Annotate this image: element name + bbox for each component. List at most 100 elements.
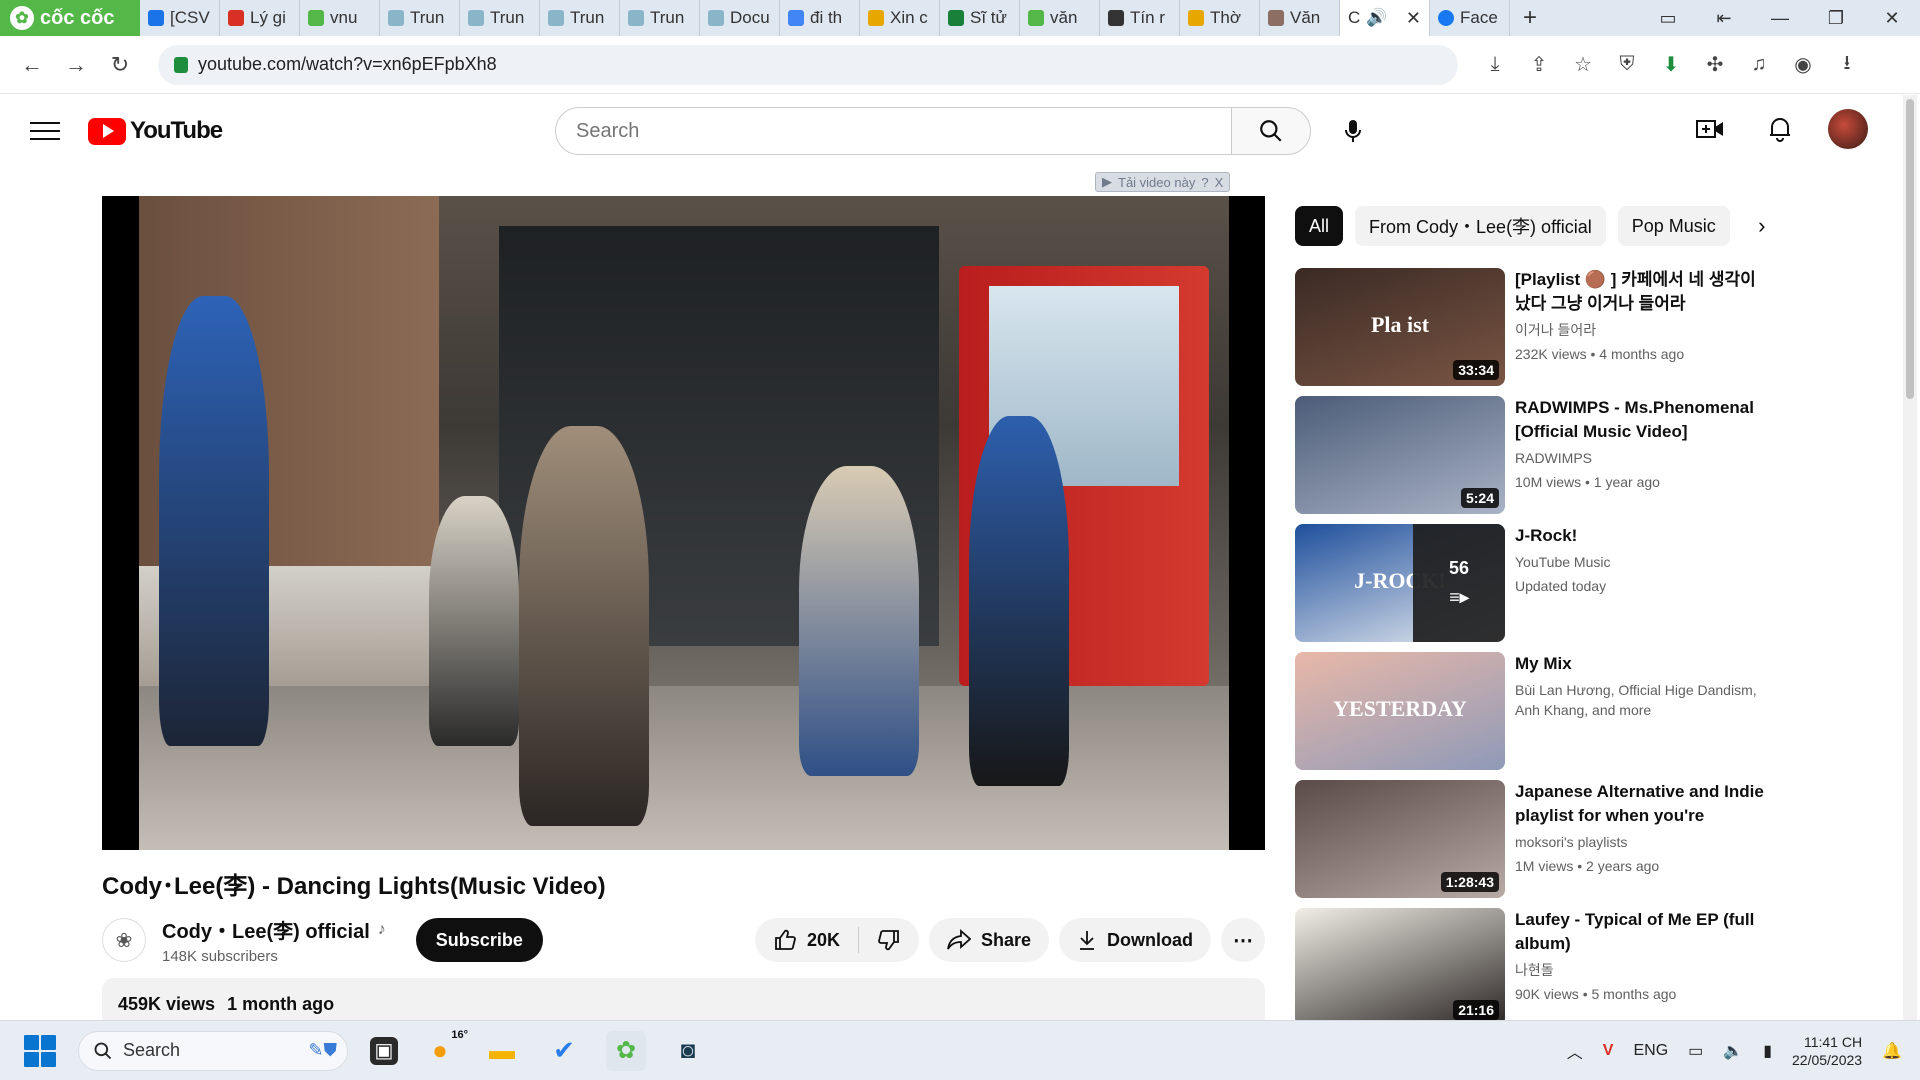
file-explorer-icon[interactable]: ▬	[482, 1031, 522, 1071]
language-indicator[interactable]: ENG	[1633, 1042, 1668, 1060]
url-field[interactable]: youtube.com/watch?v=xn6pEFpbXh8	[158, 44, 1458, 85]
task-view-icon[interactable]: ▣	[370, 1036, 398, 1065]
subscribe-button[interactable]: Subscribe	[415, 918, 543, 962]
tab-item[interactable]: văn	[1020, 0, 1100, 36]
recommendation-item[interactable]: J-ROCK! 56 ≡▸ J-Rock! YouTube Music Updated t…	[1295, 524, 1775, 642]
recommendation-item[interactable]: 5:24 RADWIMPS - Ms.Phenomenal [Official M…	[1295, 396, 1775, 514]
recommendation-thumbnail[interactable]: Pla ist 33:34	[1295, 268, 1505, 386]
download-button[interactable]: Download	[1059, 918, 1211, 962]
todo-icon[interactable]: ✔	[544, 1031, 584, 1071]
taskbar-search[interactable]: Search ✎⛊	[78, 1030, 348, 1071]
bookmark-star-icon[interactable]: ☆	[1566, 48, 1600, 82]
extensions-icon[interactable]: ✣	[1698, 48, 1732, 82]
weather-widget[interactable]: ● 16°	[420, 1029, 468, 1071]
filter-chip[interactable]: All	[1295, 206, 1344, 246]
download-video-badge[interactable]: ▶ Tải video này ? X	[1095, 172, 1231, 192]
tab-item[interactable]: Trun	[460, 0, 540, 36]
media-icon[interactable]: ♫	[1742, 48, 1776, 82]
recommendation-thumbnail[interactable]: YESTERDAY	[1295, 652, 1505, 770]
savefrom-icon[interactable]: ⬇	[1654, 48, 1688, 82]
recommendation-item[interactable]: YESTERDAY My Mix Bùi Lan Hương, Official H…	[1295, 652, 1775, 770]
downloads-icon[interactable]: ⭳	[1830, 48, 1864, 82]
filter-chip[interactable]: Pop Music	[1617, 206, 1730, 246]
page-scrollbar[interactable]	[1903, 95, 1917, 1020]
reload-icon[interactable]: ↻	[98, 43, 142, 87]
thumbs-up-icon	[775, 929, 796, 950]
notifications-button[interactable]	[1758, 107, 1802, 151]
tab-item[interactable]: Tín r	[1100, 0, 1180, 36]
tab-search-icon[interactable]: ▭	[1640, 0, 1696, 36]
filter-chip[interactable]: From Cody・Lee(李) official	[1355, 206, 1606, 246]
recommendation-title[interactable]: J-Rock!	[1515, 524, 1775, 548]
search-button[interactable]	[1231, 107, 1311, 155]
camera-app-icon[interactable]: ◙	[668, 1031, 708, 1071]
network-icon[interactable]: ▭	[1688, 1041, 1703, 1061]
like-button[interactable]: 20K	[755, 918, 858, 962]
tab-item[interactable]: [CSV	[140, 0, 220, 36]
share-button[interactable]: Share	[928, 918, 1049, 962]
close-window-icon[interactable]: ✕	[1864, 0, 1920, 36]
volume-icon[interactable]: 🔈	[1723, 1041, 1743, 1061]
recommendation-title[interactable]: RADWIMPS - Ms.Phenomenal [Official Music…	[1515, 396, 1775, 444]
clock[interactable]: 11:41 CH 22/05/2023	[1792, 1033, 1862, 1069]
profile-icon[interactable]: ◉	[1786, 48, 1820, 82]
adblock-icon[interactable]: ⛨	[1610, 48, 1644, 82]
tab-item[interactable]: Trun	[540, 0, 620, 36]
youtube-logo[interactable]: YouTube	[88, 117, 223, 145]
recommendation-title[interactable]: Laufey - Typical of Me EP (full album)	[1515, 908, 1775, 956]
vivaldi-tray-icon[interactable]: V	[1603, 1042, 1614, 1060]
back-arrow-icon[interactable]: ←	[10, 43, 54, 87]
battery-icon[interactable]: ▮	[1763, 1041, 1772, 1061]
channel-name-row[interactable]: Cody・Lee(李) official ♪	[162, 915, 386, 944]
new-tab-button[interactable]: +	[1510, 0, 1550, 36]
tab-item[interactable]: Trun	[620, 0, 700, 36]
tab-item[interactable]: đi th	[780, 0, 860, 36]
forward-arrow-icon[interactable]: →	[54, 43, 98, 87]
recommendation-title[interactable]: My Mix	[1515, 652, 1775, 676]
video-player[interactable]	[102, 196, 1265, 850]
chevron-right-icon[interactable]: ›	[1742, 206, 1782, 246]
tab-item[interactable]: Docu	[700, 0, 780, 36]
back-history-icon[interactable]: ⇤	[1696, 0, 1752, 36]
maximize-icon[interactable]: ❐	[1808, 0, 1864, 36]
badge-close-icon[interactable]: X	[1215, 175, 1224, 190]
minimize-icon[interactable]: —	[1752, 0, 1808, 36]
tab-item[interactable]: Văn	[1260, 0, 1340, 36]
recommendation-thumbnail[interactable]: J-ROCK! 56 ≡▸	[1295, 524, 1505, 642]
coccoc-taskbar-icon[interactable]: ✿	[606, 1030, 646, 1071]
chevron-up-icon[interactable]: ︿	[1567, 1039, 1583, 1063]
tab-item[interactable]: Lý gi	[220, 0, 300, 36]
badge-help-icon[interactable]: ?	[1201, 175, 1208, 190]
tab-facebook[interactable]: Face	[1430, 0, 1510, 36]
tab-item[interactable]: Thờ	[1180, 0, 1260, 36]
tab-item[interactable]: Xin c	[860, 0, 940, 36]
tab-active[interactable]: C 🔊 ✕	[1340, 0, 1430, 36]
scrollbar-thumb[interactable]	[1906, 99, 1914, 399]
channel-name[interactable]: Cody・Lee(李) official	[162, 915, 370, 944]
recommendation-thumbnail[interactable]: 1:28:43	[1295, 780, 1505, 898]
recommendation-item[interactable]: 21:16 Laufey - Typical of Me EP (full alb…	[1295, 908, 1775, 1026]
more-actions-button[interactable]: ⋯	[1221, 918, 1265, 962]
tab-item[interactable]: Trun	[380, 0, 460, 36]
notification-bell-icon[interactable]: 🔔	[1882, 1041, 1902, 1061]
dislike-button[interactable]	[859, 918, 919, 962]
recommendation-item[interactable]: Pla ist 33:34 [Playlist 🟤 ] 카페에서 네 생각이 났다 …	[1295, 268, 1775, 386]
install-icon[interactable]: ⤓	[1478, 48, 1512, 82]
account-avatar[interactable]	[1828, 109, 1868, 149]
close-tab-icon[interactable]: ✕	[1406, 8, 1421, 29]
share-page-icon[interactable]: ⇪	[1522, 48, 1556, 82]
recommendation-thumbnail[interactable]: 5:24	[1295, 396, 1505, 514]
recommendation-title[interactable]: Japanese Alternative and Indie playlist …	[1515, 780, 1775, 828]
recommendation-item[interactable]: 1:28:43 Japanese Alternative and Indie pl…	[1295, 780, 1775, 898]
recommendation-thumbnail[interactable]: 21:16	[1295, 908, 1505, 1026]
voice-search-button[interactable]	[1331, 109, 1375, 153]
browser-brand-button[interactable]: ✿ cốc cốc	[0, 0, 140, 36]
tab-item[interactable]: Sĩ tử	[940, 0, 1020, 36]
windows-start-icon[interactable]	[24, 1034, 56, 1067]
search-input[interactable]	[555, 107, 1231, 155]
tab-item[interactable]: vnu	[300, 0, 380, 36]
menu-icon[interactable]	[30, 122, 60, 140]
recommendation-title[interactable]: [Playlist 🟤 ] 카페에서 네 생각이 났다 그냥 이거나 들어라	[1515, 268, 1775, 316]
channel-avatar[interactable]: ❀	[102, 918, 146, 962]
create-video-button[interactable]	[1688, 107, 1732, 151]
